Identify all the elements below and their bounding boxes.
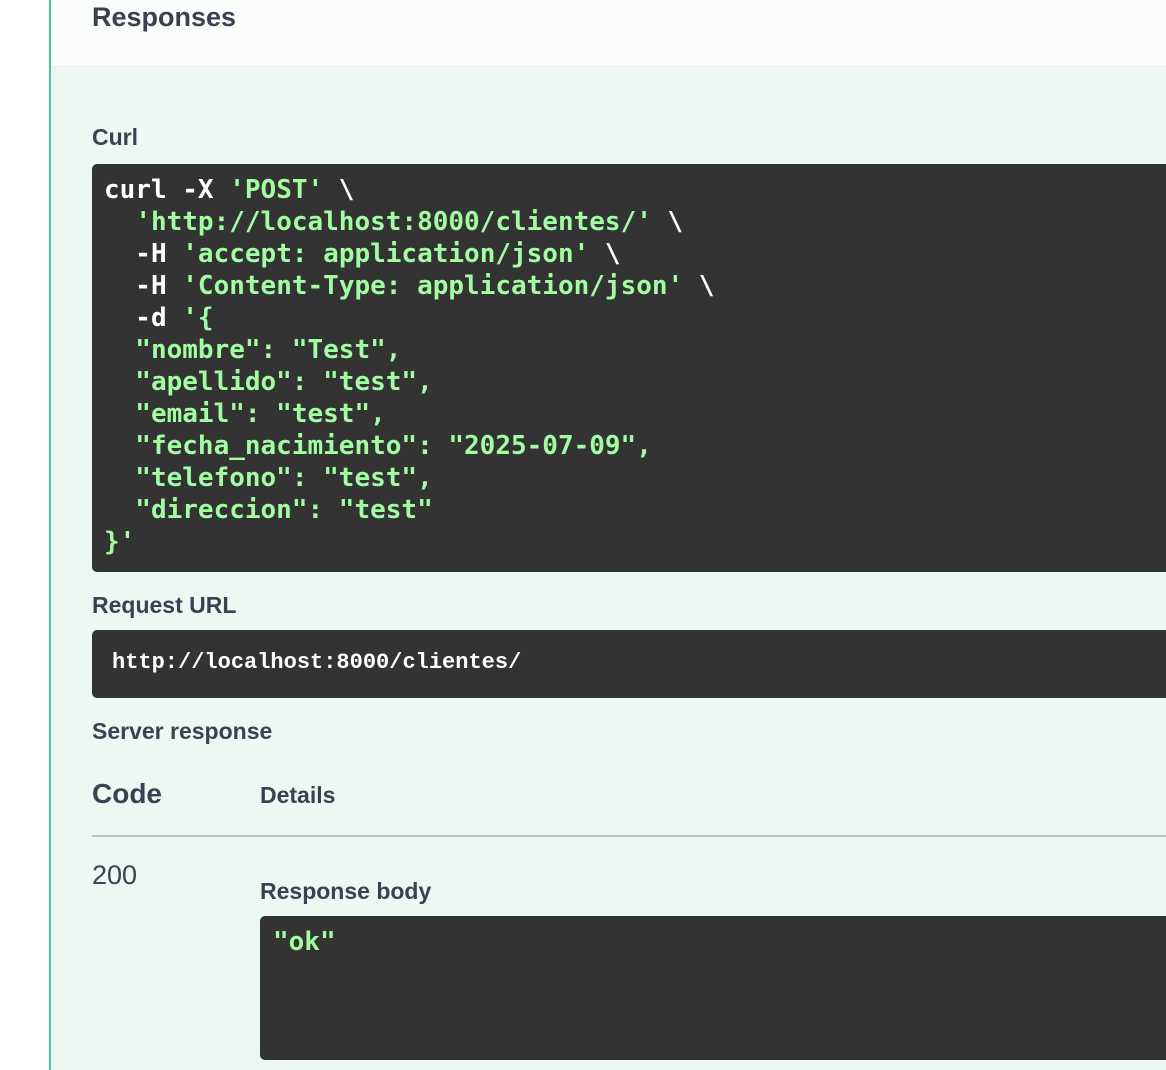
request-url-value[interactable]: http://localhost:8000/clientes/	[112, 650, 521, 675]
response-body-content[interactable]: "ok"	[260, 916, 1166, 958]
response-status-code: 200	[92, 860, 138, 890]
curl-token: curl -X	[104, 175, 230, 205]
page: Responses Curl curl -X 'POST' \ 'http://…	[0, 0, 1166, 1070]
curl-token: \	[683, 271, 715, 301]
curl-token: 'POST'	[229, 175, 324, 205]
curl-command[interactable]: curl -X 'POST' \ 'http://localhost:8000/…	[92, 164, 1166, 558]
server-response-label: Server response	[92, 718, 273, 744]
curl-token: -H	[104, 239, 183, 269]
column-header-code: Code	[92, 778, 162, 809]
curl-token: "nombre": "Test",	[104, 335, 402, 365]
request-url-label: Request URL	[92, 592, 237, 618]
curl-token: -H	[104, 271, 183, 301]
response-body-block[interactable]: "ok"	[260, 916, 1166, 1060]
curl-token: \	[323, 175, 355, 205]
curl-token	[104, 207, 135, 237]
request-url-block[interactable]: http://localhost:8000/clientes/	[92, 630, 1166, 698]
curl-token: -d	[104, 303, 183, 333]
curl-token: \	[589, 239, 621, 269]
curl-token: 'http://localhost:8000/clientes/'	[135, 207, 652, 237]
curl-label: Curl	[92, 124, 138, 150]
curl-token: "email": "test",	[104, 399, 386, 429]
curl-token: }'	[104, 527, 136, 557]
curl-token: '{	[182, 303, 214, 333]
curl-code-block[interactable]: curl -X 'POST' \ 'http://localhost:8000/…	[92, 164, 1166, 572]
curl-token: 'Content-Type: application/json'	[182, 271, 684, 301]
curl-token: "apellido": "test",	[104, 367, 433, 397]
responses-body: Curl curl -X 'POST' \ 'http://localhost:…	[51, 68, 1166, 1070]
curl-token: "fecha_nacimiento": "2025-07-09",	[104, 431, 652, 461]
responses-title: Responses	[92, 2, 237, 32]
column-header-details: Details	[260, 782, 336, 808]
curl-token: "telefono": "test",	[104, 463, 433, 493]
response-body-label: Response body	[260, 878, 432, 904]
curl-token: 'accept: application/json'	[182, 239, 590, 269]
table-header-divider	[92, 835, 1166, 837]
curl-token: \	[651, 207, 684, 237]
curl-token: "direccion": "test"	[104, 495, 433, 525]
responses-header: Responses	[51, 0, 1166, 66]
